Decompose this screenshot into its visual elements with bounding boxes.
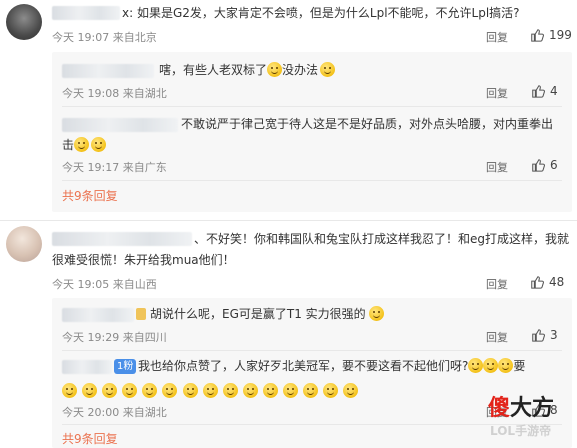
reply-meta: 今天 19:29 来自四川: [62, 331, 167, 344]
comment-text: x: 如果是G2发，大家肯定不会喷，但是为什么Lpl不能呢，不允许Lpl搞活?: [122, 6, 520, 20]
emoji-icon: [222, 383, 238, 398]
emoji-icon: [483, 358, 499, 373]
like-button[interactable]: 3: [531, 328, 558, 342]
emoji-icon: [142, 383, 158, 398]
like-button[interactable]: 4: [531, 84, 558, 98]
thumbs-up-icon: [532, 329, 545, 342]
reply-button[interactable]: 回复: [486, 329, 508, 345]
emoji-row: [62, 380, 359, 399]
emoji-icon: [102, 383, 118, 398]
divider: [62, 106, 562, 107]
like-count: 3: [550, 328, 558, 342]
username-blurred[interactable]: [62, 64, 154, 78]
emoji-icon: [303, 383, 319, 398]
comment-meta: 今天 19:05 来自山西: [52, 278, 157, 291]
watermark-subtitle: LOL手游帝: [490, 424, 552, 438]
thumbs-up-icon: [532, 159, 545, 172]
more-replies-link[interactable]: 共9条回复: [62, 187, 118, 205]
emoji-icon: [242, 383, 258, 398]
like-button[interactable]: 48: [530, 275, 564, 289]
fan-badge: 1粉: [114, 359, 137, 374]
emoji-icon: [262, 383, 278, 398]
reply-meta: 今天 19:08 来自湖北: [62, 87, 167, 100]
watermark-text: 大方: [510, 395, 555, 421]
emoji-icon: [62, 383, 77, 398]
like-button[interactable]: 6: [531, 158, 558, 172]
username-blurred[interactable]: [62, 308, 134, 322]
username-blurred[interactable]: [62, 360, 112, 374]
reply-button[interactable]: 回复: [486, 29, 508, 45]
verified-badge-icon: [136, 308, 146, 320]
emoji-icon: [267, 62, 283, 77]
emoji-icon: [323, 383, 339, 398]
emoji-icon: [162, 383, 178, 398]
watermark-char: 傻: [488, 395, 511, 421]
emoji-icon: [182, 383, 198, 398]
emoji-icon: [82, 383, 98, 398]
reply-meta: 今天 19:17 来自广东: [62, 161, 167, 174]
reply-button[interactable]: 回复: [486, 159, 508, 175]
reply-button[interactable]: 回复: [486, 276, 508, 292]
emoji-icon: [343, 383, 359, 398]
emoji-icon: [74, 137, 90, 152]
thumbs-up-icon: [531, 29, 544, 42]
more-replies-link[interactable]: 共9条回复: [62, 430, 118, 448]
divider: [62, 424, 562, 425]
emoji-icon: [91, 137, 107, 152]
emoji-icon: [468, 358, 484, 373]
reply-text: 嗐，有些人老双标了 没办法: [159, 61, 336, 79]
comment-meta: 今天 19:07 来自北京: [52, 31, 157, 44]
emoji-icon: [368, 306, 384, 321]
avatar[interactable]: [6, 226, 42, 262]
comment-text: 、不好笑！你和韩国队和兔宝队打成这样我忍了！和eg打成这样，我就: [194, 232, 570, 246]
thumbs-up-icon: [531, 276, 544, 289]
like-count: 199: [549, 28, 572, 42]
reply-meta: 今天 20:00 来自湖北: [62, 406, 167, 419]
reply-thread: 嗐，有些人老双标了 没办法 今天 19:08 来自湖北 回复 4 不敢说严于律己宽…: [52, 52, 572, 212]
divider: [0, 220, 577, 221]
divider: [62, 180, 562, 181]
like-count: 6: [550, 158, 558, 172]
username-blurred[interactable]: [52, 6, 120, 20]
comment-text-line2: 很难受很慌！朱开给我mua他们！: [52, 253, 235, 267]
like-count: 4: [550, 84, 558, 98]
reply-text-line2: 击: [62, 136, 107, 154]
like-button[interactable]: 199: [530, 28, 572, 42]
emoji-icon: [122, 383, 138, 398]
username-blurred[interactable]: [52, 232, 192, 246]
username-blurred[interactable]: [62, 118, 178, 132]
reply-text: 不敢说严于律己宽于待人这是不是好品质，对外点头哈腰，对内重拳出: [181, 117, 554, 131]
watermark: 傻大方: [488, 396, 554, 422]
avatar[interactable]: [6, 4, 42, 40]
reply-text: 胡说什么呢，EG可是赢了T1 实力很强的: [150, 305, 384, 323]
emoji-icon: [283, 383, 299, 398]
reply-text: 我也给你点赞了，人家好歹北美冠军，要不要这看不起他们呀? 要: [138, 358, 526, 373]
thumbs-up-icon: [532, 85, 545, 98]
reply-button[interactable]: 回复: [486, 85, 508, 101]
like-count: 48: [549, 275, 565, 289]
divider: [62, 350, 562, 351]
emoji-icon: [320, 62, 336, 77]
emoji-icon: [202, 383, 218, 398]
emoji-icon: [498, 358, 514, 373]
